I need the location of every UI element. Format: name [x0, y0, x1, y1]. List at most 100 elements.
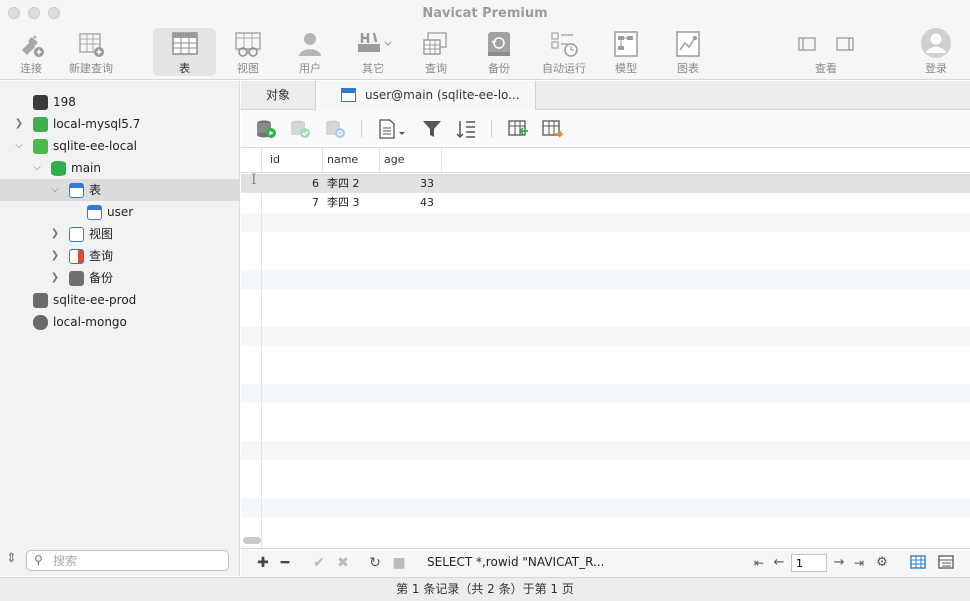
sidebar-item-backups[interactable]: ❯ 备份: [0, 267, 240, 289]
tab-objects[interactable]: 对象: [241, 81, 315, 110]
horizontal-scrollbar[interactable]: [243, 537, 261, 544]
grid-view-icon[interactable]: [909, 555, 927, 571]
toolbar-view-button[interactable]: 视图: [222, 28, 274, 76]
mysql-connection-icon: [33, 95, 48, 110]
cell-age[interactable]: 33: [384, 174, 434, 193]
stop-icon[interactable]: ■: [391, 555, 407, 571]
title-bar: Navicat Premium 连接 新建查询 表 视图 用户 其它 查询 备份…: [0, 0, 970, 80]
empty-row: [241, 327, 970, 346]
settings-gear-icon[interactable]: ⚙: [874, 555, 890, 571]
toolbar-table-button[interactable]: 表: [153, 28, 216, 76]
cell-age[interactable]: 43: [384, 193, 434, 212]
column-header-age[interactable]: age: [380, 148, 442, 173]
backup-folder-icon: [69, 271, 84, 286]
table-toolbar: [241, 110, 970, 148]
connection-sidebar: 198 ❯ local-mysql5.7 ⌵ sqlite-ee-local ⌵…: [0, 81, 240, 576]
cell-id[interactable]: 6: [266, 174, 319, 193]
page-number-input[interactable]: [791, 554, 827, 572]
chevron-right-icon[interactable]: ❯: [49, 245, 61, 267]
table-icon: [87, 205, 102, 220]
toolbar-automation-button[interactable]: 自动运行: [534, 28, 594, 76]
discard-changes-icon[interactable]: ✖: [335, 555, 351, 571]
toolbar-others-button[interactable]: 其它: [346, 28, 400, 76]
database-icon: [51, 161, 66, 176]
sidebar-item-user-table[interactable]: user: [0, 201, 240, 223]
sidebar-item-tables[interactable]: ⌵ 表: [0, 179, 240, 201]
chevron-right-icon[interactable]: ❯: [49, 223, 61, 245]
toolbar-user-button[interactable]: 用户: [284, 28, 336, 76]
model-icon: [611, 30, 641, 58]
table-row[interactable]: I 6 李四 2 33: [241, 172, 970, 193]
toolbar-login-button[interactable]: 登录: [912, 28, 960, 76]
empty-row: [241, 270, 970, 289]
navicat-window: Navicat Premium 连接 新建查询 表 视图 用户 其它 查询 备份…: [0, 0, 970, 601]
user-icon: [295, 30, 325, 58]
sql-preview: SELECT *,rowid "NAVICAT_R...: [427, 555, 605, 569]
toolbar-divider: [361, 120, 362, 138]
refresh-icon[interactable]: ↻: [367, 555, 383, 571]
table-row[interactable]: 7 李四 3 43: [241, 193, 970, 212]
column-header-name[interactable]: name: [323, 148, 380, 173]
import-icon[interactable]: [507, 119, 529, 139]
cell-id[interactable]: 7: [266, 193, 319, 212]
toolbar-chart-button[interactable]: 图表: [666, 28, 710, 76]
view-folder-icon: [69, 227, 84, 242]
form-view-icon[interactable]: [937, 555, 955, 571]
sidebar-item-views[interactable]: ❯ 视图: [0, 223, 240, 245]
column-header-id[interactable]: id: [266, 148, 323, 173]
window-title: Navicat Premium: [422, 6, 548, 21]
search-input[interactable]: [53, 552, 223, 569]
apply-changes-icon[interactable]: ✔: [311, 555, 327, 571]
sort-toggle-icon[interactable]: ⇕: [6, 551, 17, 566]
previous-page-icon[interactable]: ←: [771, 555, 787, 571]
toolbar-model-button[interactable]: 模型: [604, 28, 648, 76]
toolbar-query-button[interactable]: 查询: [412, 28, 460, 76]
next-page-icon[interactable]: →: [831, 555, 847, 571]
filter-icon[interactable]: [421, 119, 443, 139]
empty-row: [241, 441, 970, 460]
cell-name[interactable]: 李四 3: [327, 193, 360, 212]
chevron-down-icon[interactable]: ⌵: [13, 135, 25, 157]
grid-header: id name age: [241, 148, 970, 173]
chevron-right-icon[interactable]: ❯: [13, 113, 25, 135]
tab-user-table[interactable]: user@main (sqlite-ee-lo...: [315, 81, 536, 111]
delete-record-icon[interactable]: ━: [277, 555, 293, 571]
cell-name[interactable]: 李四 2: [327, 174, 360, 193]
automation-icon: [549, 30, 579, 58]
add-record-icon[interactable]: ✚: [255, 555, 271, 571]
sidebar-item-main[interactable]: ⌵ main: [0, 157, 240, 179]
toolbar-view-toggle[interactable]: 查看: [788, 28, 864, 76]
row-cursor-icon: I: [251, 172, 257, 188]
sort-icon[interactable]: [455, 119, 477, 139]
sidebar-item-local-mongo[interactable]: local-mongo: [0, 311, 240, 333]
text-menu-icon[interactable]: [377, 119, 407, 139]
empty-row: [241, 213, 970, 232]
chevron-down-icon[interactable]: ⌵: [49, 179, 61, 201]
table-folder-icon: [69, 183, 84, 198]
empty-row: [241, 498, 970, 517]
mongo-connection-icon: [33, 315, 48, 330]
toolbar-connect-button[interactable]: 连接: [4, 28, 58, 76]
toolbar-new-query-button[interactable]: 新建查询: [62, 28, 120, 76]
chevron-right-icon[interactable]: ❯: [49, 267, 61, 289]
chevron-down-icon[interactable]: ⌵: [31, 157, 43, 179]
rollback-icon[interactable]: [324, 119, 346, 139]
sidebar-item-sqlite-ee-local[interactable]: ⌵ sqlite-ee-local: [0, 135, 240, 157]
query-icon: [421, 30, 451, 58]
grid-statusbar: ✚ ━ ✔ ✖ ↻ ■ SELECT *,rowid "NAVICAT_R...…: [241, 548, 970, 577]
row-gutter: [261, 148, 262, 548]
sidebar-search: ⚲: [26, 550, 229, 571]
panel-toggle-icon: [791, 30, 861, 58]
sidebar-item-sqlite-ee-prod[interactable]: sqlite-ee-prod: [0, 289, 240, 311]
toolbar-backup-button[interactable]: 备份: [476, 28, 522, 76]
sidebar-item-queries[interactable]: ❯ 查询: [0, 245, 240, 267]
sidebar-item-local-mysql[interactable]: ❯ local-mysql5.7: [0, 113, 240, 135]
sqlite-connection-icon: [33, 139, 48, 154]
first-page-icon[interactable]: ⇤: [751, 555, 767, 571]
commit-icon[interactable]: [289, 119, 311, 139]
begin-transaction-icon[interactable]: [255, 119, 277, 139]
export-icon[interactable]: [541, 119, 564, 139]
backup-icon: [484, 30, 514, 58]
last-page-icon[interactable]: ⇥: [851, 555, 867, 571]
sidebar-item-198[interactable]: 198: [0, 91, 240, 113]
